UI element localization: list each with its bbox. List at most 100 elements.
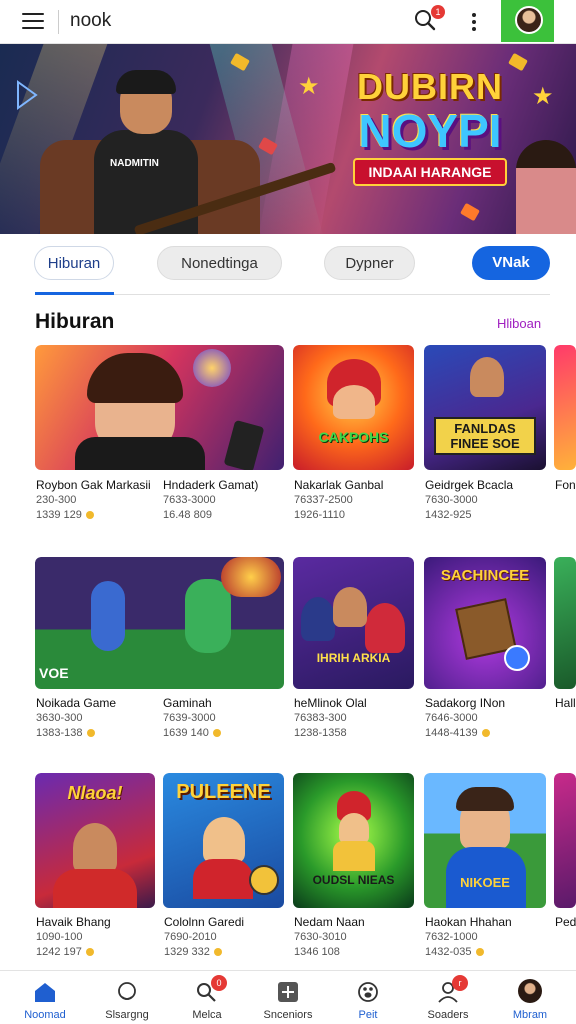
- card-count: 1432-925: [425, 509, 472, 521]
- card-count: 16.48 809: [163, 509, 212, 521]
- nav-item-mbram[interactable]: Mbram: [490, 971, 570, 1024]
- account-button[interactable]: [501, 0, 554, 42]
- card-subtitle: 7633-3000: [163, 494, 216, 506]
- card-thumbnail: PULEENE: [163, 773, 284, 908]
- nav-item-soaders[interactable]: r Soaders: [408, 971, 488, 1024]
- game-card[interactable]: FANLDAS FINEE SOE Geidrgek Bcacla 7630-3…: [424, 345, 546, 525]
- card-title: Hall: [555, 696, 576, 710]
- tab-vnak-button[interactable]: VNak: [472, 246, 550, 280]
- card-subtitle: 3630-300: [36, 712, 83, 724]
- app-title: nook: [70, 10, 112, 31]
- card-count: 1238-1358: [294, 727, 347, 739]
- card-thumbnail: VOE: [35, 557, 284, 689]
- nav-item-home[interactable]: Noomad: [5, 971, 85, 1024]
- coin-icon: [212, 729, 221, 738]
- more-options-icon[interactable]: [466, 10, 482, 34]
- nav-label: Noomad: [24, 1009, 66, 1021]
- thumbnail-text: VOE: [39, 665, 69, 681]
- nav-label: Peit: [358, 1009, 378, 1021]
- hero-logo-line2: NOYPI: [358, 105, 502, 157]
- nav-item-melca[interactable]: 0 Melca: [167, 971, 247, 1024]
- game-card[interactable]: NIKOEE Haokan Hhahan 7632-1000 1432-035: [424, 773, 546, 961]
- nav-item-snceniors[interactable]: Snceniors: [248, 971, 328, 1024]
- nav-item-peit[interactable]: Peit: [328, 971, 408, 1024]
- game-card[interactable]: OUDSL NIEAS Nedam Naan 7630-3010 1346 10…: [293, 773, 414, 961]
- card-count: 1432-035: [425, 946, 472, 958]
- star-icon: ★: [532, 83, 554, 110]
- card-count: 1242 197: [36, 946, 82, 958]
- app-screen: nook 1 NADMITIN ★ ★ DUBIRN NOYPI INDAAI …: [0, 0, 576, 1024]
- section-title: Hiburan: [35, 310, 115, 333]
- title-divider: [58, 10, 59, 34]
- section-see-all-link[interactable]: Hliboan: [497, 316, 541, 331]
- thumbnail-text: FANLDAS FINEE SOE: [434, 417, 536, 455]
- tab-dypner[interactable]: Dypner: [324, 246, 415, 280]
- card-thumbnail: CAKPOHS: [293, 345, 414, 470]
- top-app-bar: nook 1: [0, 0, 576, 44]
- card-title: Sadakorg INon: [425, 696, 506, 710]
- card-thumbnail: OUDSL NIEAS: [293, 773, 414, 908]
- shirt-text: NADMITIN: [110, 158, 159, 169]
- game-card[interactable]: Hndaderk Gamat) 7633-3000 16.48 809: [162, 470, 282, 526]
- tab-hiburan[interactable]: Hiburan: [34, 246, 114, 280]
- avatar: [515, 6, 543, 34]
- tab-nonedtinga[interactable]: Nonedtinga: [157, 246, 282, 280]
- card-thumbnail: [554, 557, 576, 689]
- star-icon: ★: [298, 73, 320, 100]
- game-card[interactable]: Hall: [554, 557, 576, 743]
- triangle-icon: [17, 80, 38, 110]
- game-card[interactable]: Ped: [554, 773, 576, 961]
- nav-label: Snceniors: [263, 1009, 313, 1021]
- game-card[interactable]: IHRIH ARKIA heMlinok Olal 76383-300 1238…: [293, 557, 414, 743]
- card-thumbnail: [554, 345, 576, 470]
- home-icon: [35, 983, 55, 1002]
- hero-banner[interactable]: NADMITIN ★ ★ DUBIRN NOYPI INDAAI HARANGE: [0, 44, 576, 234]
- girl-figure: [516, 140, 576, 234]
- card-thumbnail: [554, 773, 576, 908]
- card-stats: 1639 140: [163, 727, 221, 739]
- card-thumbnail: FANLDAS FINEE SOE: [424, 345, 546, 470]
- profile-avatar-icon: [518, 979, 542, 1003]
- thumbnail-text: NIKOEE: [460, 875, 510, 890]
- hero-logo-line1: DUBIRN: [357, 66, 503, 107]
- coin-icon: [86, 729, 95, 738]
- thumbnail-text: SACHINCEE: [440, 567, 530, 584]
- card-title: Ped: [555, 915, 576, 929]
- card-subtitle: 1090-100: [36, 931, 83, 943]
- card-title: Nedam Naan: [294, 915, 365, 929]
- card-title: Nakarlak Ganbal: [294, 478, 384, 492]
- card-stats: 1238-1358: [294, 727, 347, 739]
- game-card[interactable]: SACHINCEE Sadakorg INon 7646-3000 1448-4…: [424, 557, 546, 743]
- game-card[interactable]: Gaminah 7639-3000 1639 140: [162, 690, 282, 744]
- search-button[interactable]: 1: [413, 5, 445, 36]
- game-card[interactable]: Nlaoa! Havaik Bhang 1090-100 1242 197: [35, 773, 155, 961]
- card-thumbnail: NIKOEE: [424, 773, 546, 908]
- card-count: 1383-138: [36, 727, 83, 739]
- nav-badge: 0: [211, 975, 227, 991]
- card-title: Cololnn Garedi: [164, 915, 245, 929]
- card-stats: 1383-138: [36, 727, 95, 739]
- card-title: Hndaderk Gamat): [163, 478, 259, 492]
- paw-icon: [358, 982, 378, 1002]
- game-card[interactable]: PULEENE Cololnn Garedi 7690-2010 1329 33…: [163, 773, 284, 961]
- card-title: Havaik Bhang: [36, 915, 111, 929]
- nav-item-search[interactable]: Slsargng: [87, 971, 167, 1024]
- category-tabs: Hiburan Nonedtinga Dypner VNak: [0, 234, 576, 296]
- game-card[interactable]: Fon: [554, 345, 576, 525]
- card-title: Fon: [555, 478, 576, 492]
- card-subtitle: 7690-2010: [164, 931, 217, 943]
- card-title: heMlinok Olal: [294, 696, 367, 710]
- card-count: 1329 332: [164, 946, 210, 958]
- card-thumbnail: SACHINCEE: [424, 557, 546, 689]
- coin-icon: [475, 948, 484, 957]
- card-subtitle: 7630-3000: [425, 494, 478, 506]
- card-subtitle: 7632-1000: [425, 931, 478, 943]
- hero-logo: DUBIRN NOYPI INDAAI HARANGE: [330, 66, 530, 186]
- thumbnail-text: OUDSL NIEAS: [312, 873, 395, 887]
- thumbnail-text: IHRIH ARKIA: [316, 651, 391, 665]
- game-card[interactable]: CAKPOHS Nakarlak Ganbal 76337-2500 1926-…: [293, 345, 414, 525]
- coin-icon: [85, 948, 94, 957]
- thumbnail-text: PULEENE: [176, 781, 271, 803]
- hamburger-menu-icon[interactable]: [22, 12, 48, 32]
- tab-selected-indicator: [35, 292, 114, 295]
